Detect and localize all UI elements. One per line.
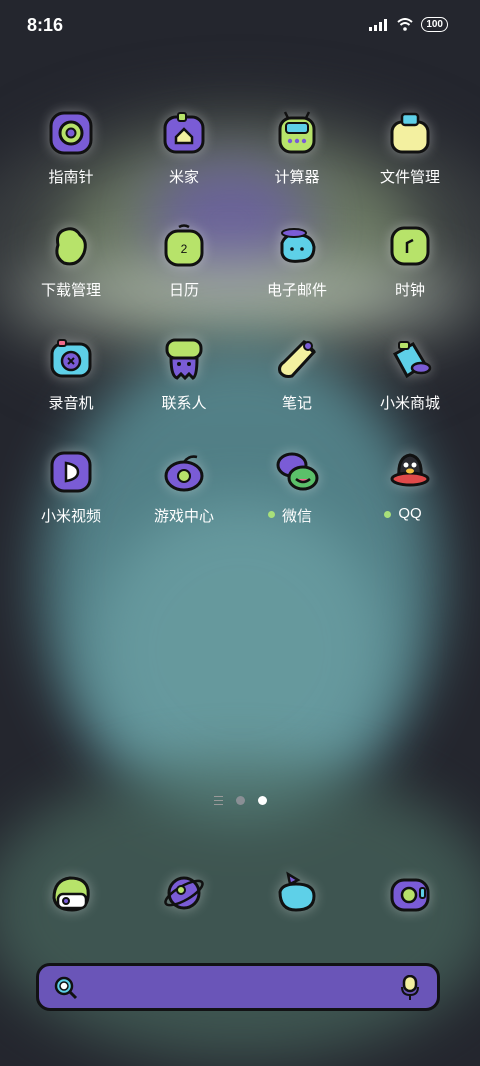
clock-icon [390, 226, 430, 266]
contacts-icon [165, 338, 203, 381]
new-indicator-dot [267, 511, 275, 518]
app-download-manager[interactable]: 下载管理 [15, 223, 127, 300]
status-bar: 8:16 100 [0, 0, 480, 52]
app-label: 时钟 [394, 282, 425, 299]
app-mi-video[interactable]: 小米视频 [15, 449, 127, 526]
mijia-icon [163, 112, 205, 154]
microphone-icon[interactable] [399, 975, 421, 1001]
app-label: 小米商城 [379, 395, 440, 412]
recorder-icon [50, 339, 92, 378]
calculator-icon [278, 111, 316, 154]
app-label: 录音机 [48, 395, 94, 412]
app-email[interactable]: 电子邮件 [241, 223, 353, 300]
app-file-manager[interactable]: 文件管理 [354, 110, 466, 187]
dock-browser[interactable] [128, 870, 240, 916]
app-label: 下载管理 [40, 282, 101, 299]
app-label: 游戏中心 [153, 508, 214, 525]
mi-store-icon [392, 341, 432, 379]
camera-icon [390, 878, 430, 912]
app-label: QQ [384, 505, 422, 522]
wechat-icon [276, 452, 319, 491]
calendar-icon: 2 [164, 224, 204, 267]
mi-video-icon [50, 451, 92, 493]
app-calculator[interactable]: 计算器 [241, 110, 353, 187]
app-label: 日历 [168, 282, 199, 299]
battery-indicator: 100 [421, 17, 448, 32]
app-contacts[interactable]: 联系人 [128, 336, 240, 413]
app-label: 电子邮件 [266, 282, 327, 299]
notes-icon [278, 339, 317, 378]
app-game-center[interactable]: 游戏中心 [128, 449, 240, 526]
messages-icon [278, 871, 316, 912]
search-icon[interactable] [53, 975, 79, 1001]
app-wechat[interactable]: 微信 [241, 449, 353, 526]
compass-icon [49, 111, 93, 155]
app-calendar[interactable]: 2 日历 [128, 223, 240, 300]
app-label: 小米视频 [40, 508, 101, 525]
app-mi-store[interactable]: 小米商城 [354, 336, 466, 413]
dock-messages[interactable] [241, 870, 353, 916]
new-indicator-dot [384, 511, 392, 518]
email-icon [280, 228, 316, 263]
phone-icon [52, 876, 90, 912]
app-label: 微信 [267, 505, 312, 526]
app-label: 计算器 [274, 169, 320, 186]
signal-icon [369, 18, 388, 31]
app-recorder[interactable]: 录音机 [15, 336, 127, 413]
svg-text:2: 2 [181, 242, 188, 256]
game-center-icon [164, 455, 204, 492]
dock-phone[interactable] [15, 870, 127, 916]
app-label: 米家 [168, 169, 199, 186]
dock-camera[interactable] [354, 870, 466, 916]
file-manager-icon [390, 112, 430, 154]
page-indicator[interactable] [0, 796, 480, 805]
wifi-icon [397, 18, 413, 31]
app-label: 笔记 [281, 395, 312, 412]
status-time: 8:16 [27, 15, 64, 35]
browser-icon [164, 876, 204, 910]
app-label: 指南针 [48, 169, 94, 186]
search-bar[interactable] [36, 963, 440, 1011]
app-compass[interactable]: 指南针 [15, 110, 127, 187]
download-manager-icon [55, 227, 87, 266]
app-mijia[interactable]: 米家 [128, 110, 240, 187]
app-notes[interactable]: 笔记 [241, 336, 353, 413]
app-label: 联系人 [161, 395, 207, 412]
qq-icon [390, 453, 430, 487]
page-dot[interactable] [235, 796, 245, 805]
app-qq[interactable]: QQ [354, 449, 466, 523]
page-dot-active[interactable] [257, 796, 267, 805]
app-drawer-lines-icon[interactable] [213, 796, 223, 805]
app-label: 文件管理 [379, 169, 440, 186]
app-clock[interactable]: 时钟 [354, 223, 466, 300]
